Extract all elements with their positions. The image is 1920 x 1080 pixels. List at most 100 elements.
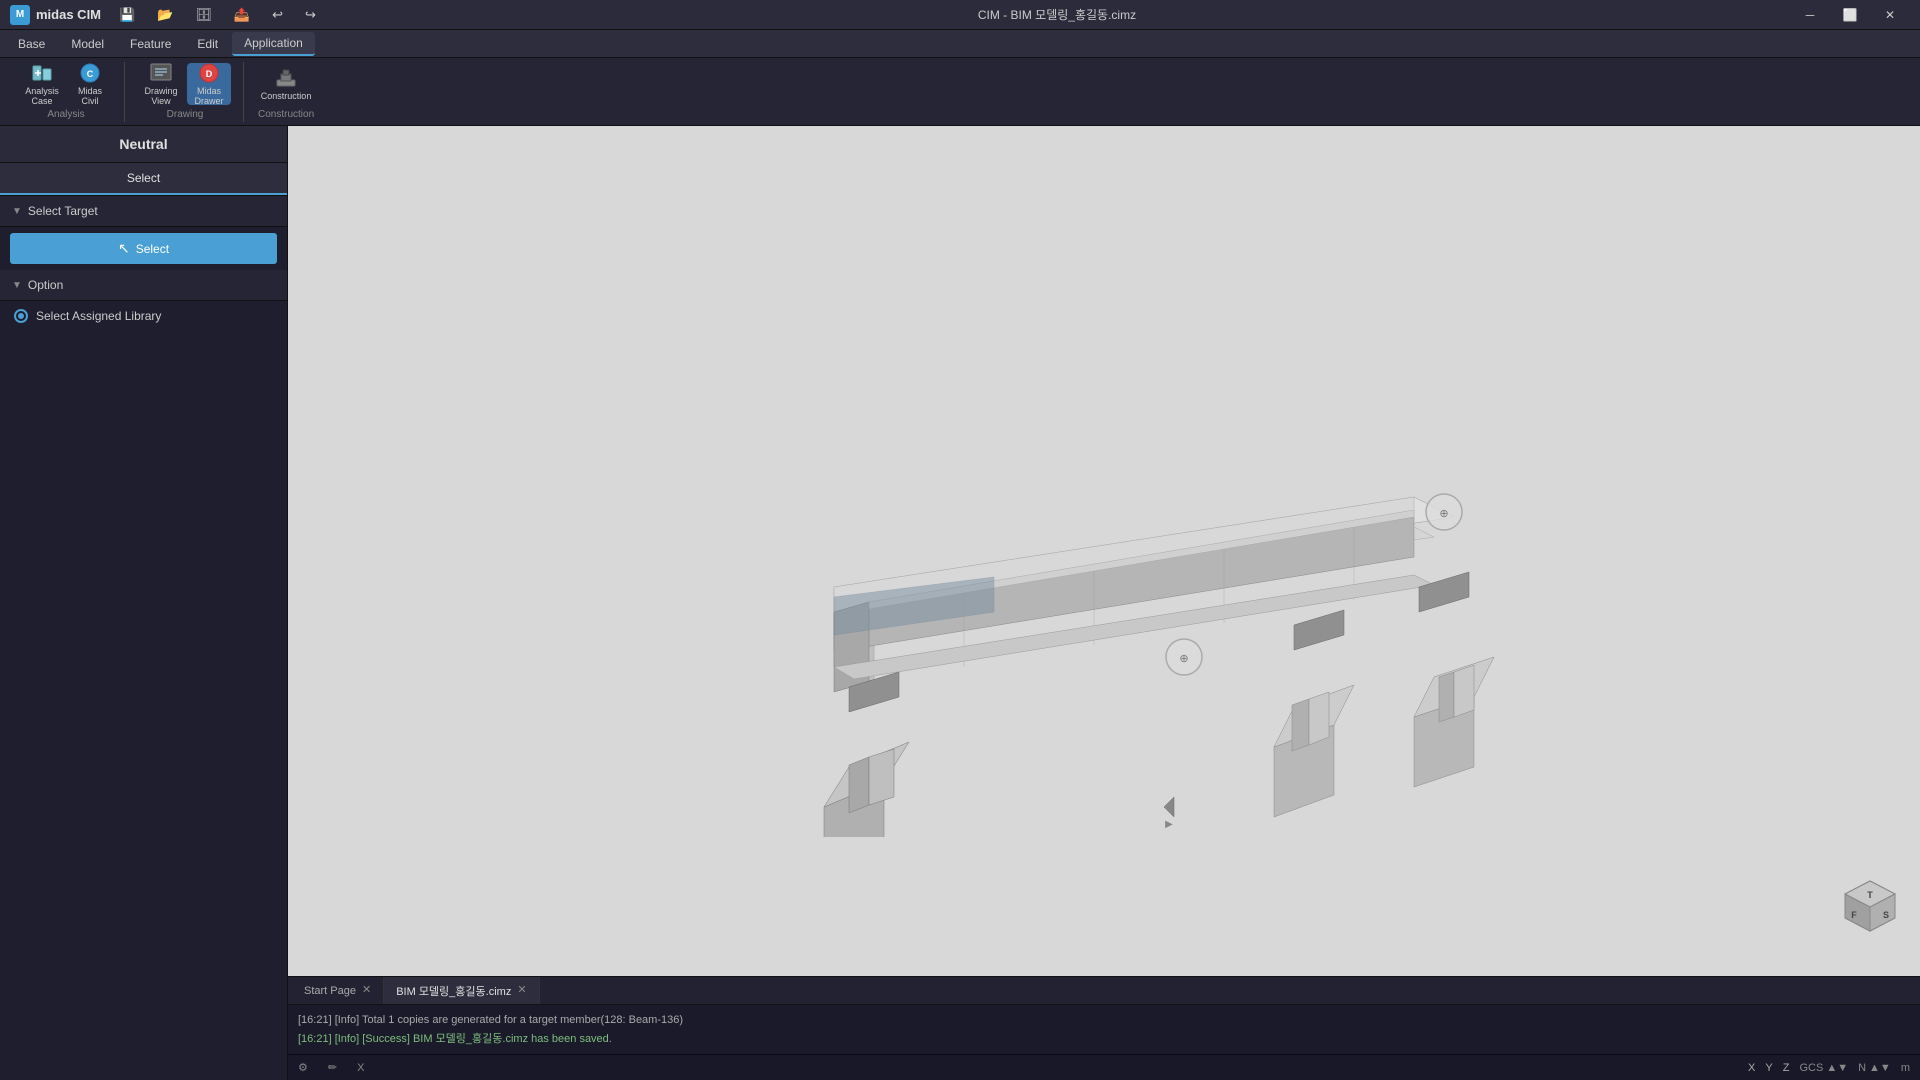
- bim-model-label: BIM 모델링_홍길동.cimz: [396, 983, 511, 999]
- export-icon[interactable]: 📤: [226, 5, 258, 25]
- orientation-cube[interactable]: T S F: [1840, 876, 1900, 936]
- y-coord-label: Y: [1765, 1062, 1772, 1074]
- panel-title: Neutral: [0, 126, 287, 163]
- midas-civil-icon: C: [78, 61, 102, 85]
- menu-application[interactable]: Application: [232, 32, 315, 56]
- log-line-2: [16:21] [Info] [Success] BIM 모델링_홍길동.cim…: [288, 1028, 1920, 1048]
- app-name: midas CIM: [36, 7, 101, 22]
- log-line-1: [16:21] [Info] Total 1 copies are genera…: [288, 1012, 1920, 1028]
- gcs-arrow: ▲▼: [1826, 1062, 1848, 1074]
- viewport-container: ⊕ ⊕ ▶ T: [288, 126, 1920, 1080]
- unit-text: m: [1901, 1062, 1910, 1074]
- viewport[interactable]: ⊕ ⊕ ▶ T: [288, 126, 1920, 976]
- coord-gcs[interactable]: GCS ▲▼: [1799, 1062, 1848, 1074]
- left-panel: Neutral Select ▼ Select Target ↖ Select …: [0, 126, 288, 1080]
- titlebar-file-controls: 💾 📂 🗄 📤 ↩ ↪: [111, 5, 324, 25]
- construction-group-label: Construction: [258, 109, 314, 120]
- coord-y: Y: [1765, 1062, 1772, 1074]
- select-target-button[interactable]: ↖ Select: [10, 233, 277, 264]
- start-page-close[interactable]: ✕: [362, 985, 371, 996]
- construction-icon: [274, 66, 298, 90]
- titlebar-left: M midas CIM 💾 📂 🗄 📤 ↩ ↪: [10, 5, 324, 25]
- window-controls: ─ ⬜ ✕: [1790, 0, 1910, 30]
- midas-drawer-button[interactable]: D MidasDrawer: [187, 63, 231, 105]
- bridge-model-svg: ⊕ ⊕ ▶: [654, 317, 1554, 837]
- minimize-button[interactable]: ─: [1790, 0, 1830, 30]
- menu-model[interactable]: Model: [59, 33, 116, 55]
- select-assigned-library-radio[interactable]: [14, 309, 28, 323]
- select-btn-row: ↖ Select: [0, 227, 287, 270]
- settings-icon: ⚙: [298, 1061, 308, 1074]
- tab-start-page[interactable]: Start Page ✕: [292, 977, 384, 1004]
- titlebar: M midas CIM 💾 📂 🗄 📤 ↩ ↪ CIM - BIM 모델링_홍길…: [0, 0, 1920, 30]
- bim-model-close[interactable]: ✕: [517, 985, 526, 996]
- tab-select[interactable]: Select: [0, 163, 287, 195]
- construction-label: Construction: [261, 92, 312, 102]
- open-icon[interactable]: 📂: [149, 5, 181, 25]
- midas-civil-button[interactable]: C MidasCivil: [68, 63, 112, 105]
- drawing-view-icon: [149, 61, 173, 85]
- panel-tabs: Select: [0, 163, 287, 196]
- restore-button[interactable]: ⬜: [1830, 0, 1870, 30]
- select-btn-label: Select: [136, 242, 169, 256]
- start-page-label: Start Page: [304, 985, 356, 997]
- gcs-label: GCS: [1799, 1062, 1823, 1074]
- svg-text:T: T: [1867, 890, 1873, 900]
- viewport-tabs: Start Page ✕ BIM 모델링_홍길동.cimz ✕: [288, 976, 1920, 1004]
- tab-bim-model[interactable]: BIM 모델링_홍길동.cimz ✕: [384, 977, 539, 1004]
- svg-text:D: D: [206, 69, 213, 79]
- toolbar-analysis-items: AnalysisCase C MidasCivil: [20, 63, 112, 105]
- close-button[interactable]: ✕: [1870, 0, 1910, 30]
- svg-text:⊕: ⊕: [1179, 653, 1188, 665]
- main-area: Neutral Select ▼ Select Target ↖ Select …: [0, 126, 1920, 1080]
- edit-icon: ✏: [328, 1061, 337, 1074]
- n-arrow: ▲▼: [1869, 1062, 1891, 1074]
- z-coord-label: Z: [1783, 1062, 1790, 1074]
- construction-button[interactable]: Construction: [264, 63, 308, 105]
- analysis-case-button[interactable]: AnalysisCase: [20, 63, 64, 105]
- midas-drawer-icon: D: [197, 61, 221, 85]
- drawing-group-label: Drawing: [167, 109, 204, 120]
- toolbar-construction-items: Construction: [264, 63, 308, 105]
- toolbar-group-analysis: AnalysisCase C MidasCivil Analysis: [8, 62, 125, 122]
- select-target-header[interactable]: ▼ Select Target: [0, 196, 287, 227]
- select-target-chevron: ▼: [12, 206, 22, 217]
- coord-n: N ▲▼: [1858, 1062, 1891, 1074]
- drawing-view-label: DrawingView: [144, 87, 177, 107]
- unit-label[interactable]: m: [1901, 1062, 1910, 1074]
- analysis-case-label: AnalysisCase: [25, 87, 59, 107]
- analysis-group-label: Analysis: [47, 109, 84, 120]
- logo-icon: M: [10, 5, 30, 25]
- option-chevron: ▼: [12, 280, 22, 291]
- menu-edit[interactable]: Edit: [185, 33, 230, 55]
- menu-feature[interactable]: Feature: [118, 33, 183, 55]
- toolbar-group-drawing: DrawingView D MidasDrawer Drawing: [127, 62, 244, 122]
- midas-drawer-label: MidasDrawer: [194, 87, 223, 107]
- menu-base[interactable]: Base: [6, 33, 57, 55]
- undo-icon[interactable]: ↩: [264, 5, 291, 25]
- save-icon[interactable]: 💾: [111, 5, 143, 25]
- cursor-icon: ↖: [118, 240, 130, 257]
- n-label: N: [1858, 1062, 1866, 1074]
- window-title: CIM - BIM 모델링_홍길동.cimz: [978, 6, 1136, 23]
- option-section: ▼ Option Select Assigned Library: [0, 270, 287, 331]
- saveas-icon[interactable]: 🗄: [187, 5, 220, 25]
- coord-x: X: [1748, 1062, 1755, 1074]
- statusbar: ⚙ ✏ X X Y Z GCS ▲▼: [288, 1054, 1920, 1080]
- svg-text:F: F: [1851, 910, 1857, 920]
- svg-text:⊕: ⊕: [1439, 508, 1448, 520]
- statusbar-edit[interactable]: ✏: [328, 1061, 337, 1074]
- toolbar-drawing-items: DrawingView D MidasDrawer: [139, 63, 231, 105]
- drawing-view-button[interactable]: DrawingView: [139, 63, 183, 105]
- statusbar-settings[interactable]: ⚙: [298, 1061, 308, 1074]
- select-target-section: ▼ Select Target ↖ Select: [0, 196, 287, 270]
- midas-civil-label: MidasCivil: [78, 87, 102, 107]
- coord-z: Z: [1783, 1062, 1790, 1074]
- statusbar-x: X: [357, 1062, 364, 1074]
- x-label: X: [357, 1062, 364, 1074]
- option-label: Option: [28, 278, 63, 292]
- toolbar-group-construction: Construction Construction: [246, 62, 326, 122]
- redo-icon[interactable]: ↪: [297, 5, 324, 25]
- option-header[interactable]: ▼ Option: [0, 270, 287, 301]
- select-assigned-library-label: Select Assigned Library: [36, 309, 161, 323]
